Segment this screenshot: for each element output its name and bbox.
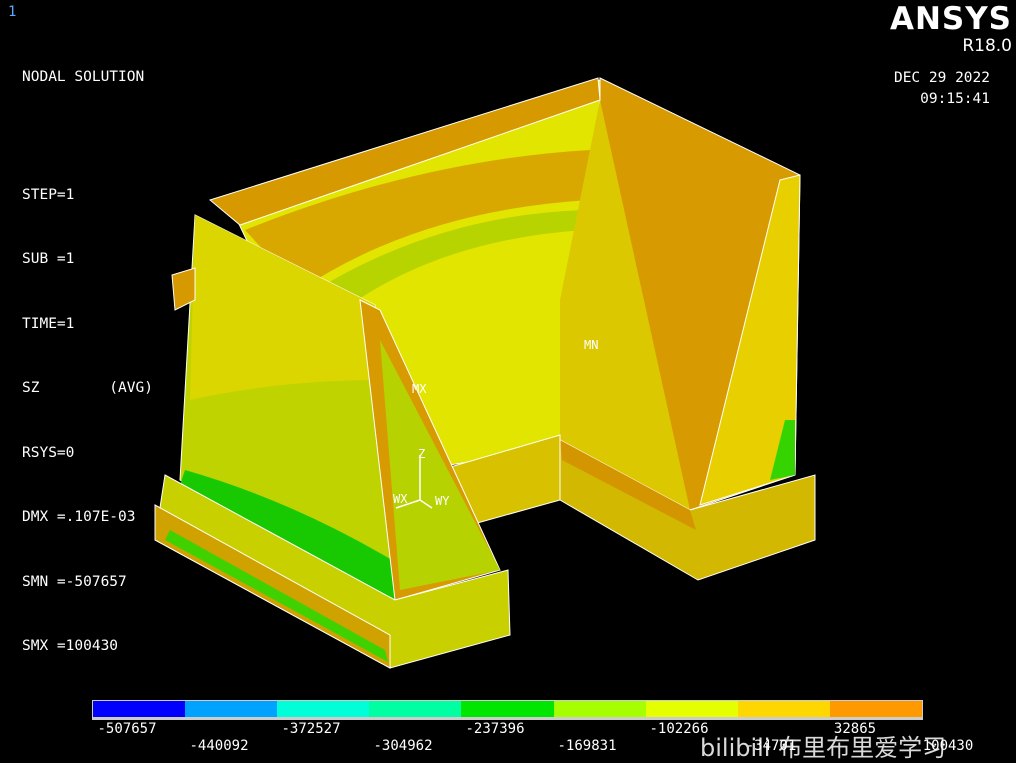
legend-label: -440092 bbox=[189, 738, 249, 754]
watermark: bilibili 布里布里爱学习 bbox=[700, 734, 947, 762]
legend-color-4 bbox=[369, 701, 462, 717]
triad-z-label: Z bbox=[418, 447, 425, 461]
legend-color-1 bbox=[93, 701, 186, 717]
legend-label: -507657 bbox=[97, 721, 157, 737]
triad-x-label: WX bbox=[393, 492, 408, 506]
legend-color-7 bbox=[645, 701, 738, 717]
legend-color-5 bbox=[461, 701, 554, 717]
legend-label: -169831 bbox=[557, 738, 617, 754]
legend-label: -304962 bbox=[373, 738, 433, 754]
legend-color-6 bbox=[553, 701, 646, 717]
legend-label: -237396 bbox=[465, 721, 525, 737]
contour-legend bbox=[92, 700, 923, 720]
min-marker: MN bbox=[584, 338, 598, 352]
triad-y-label: WY bbox=[435, 494, 450, 508]
contour-model[interactable]: MX MN Z WX WY bbox=[0, 0, 1016, 700]
legend-label: -372527 bbox=[281, 721, 341, 737]
max-marker: MX bbox=[412, 382, 427, 396]
graphics-viewport[interactable]: 1 NODAL SOLUTION STEP=1 SUB =1 TIME=1 SZ… bbox=[0, 0, 1016, 763]
legend-color-8 bbox=[737, 701, 830, 717]
legend-color-9 bbox=[829, 701, 922, 717]
legend-color-2 bbox=[185, 701, 278, 717]
legend-color-3 bbox=[277, 701, 370, 717]
